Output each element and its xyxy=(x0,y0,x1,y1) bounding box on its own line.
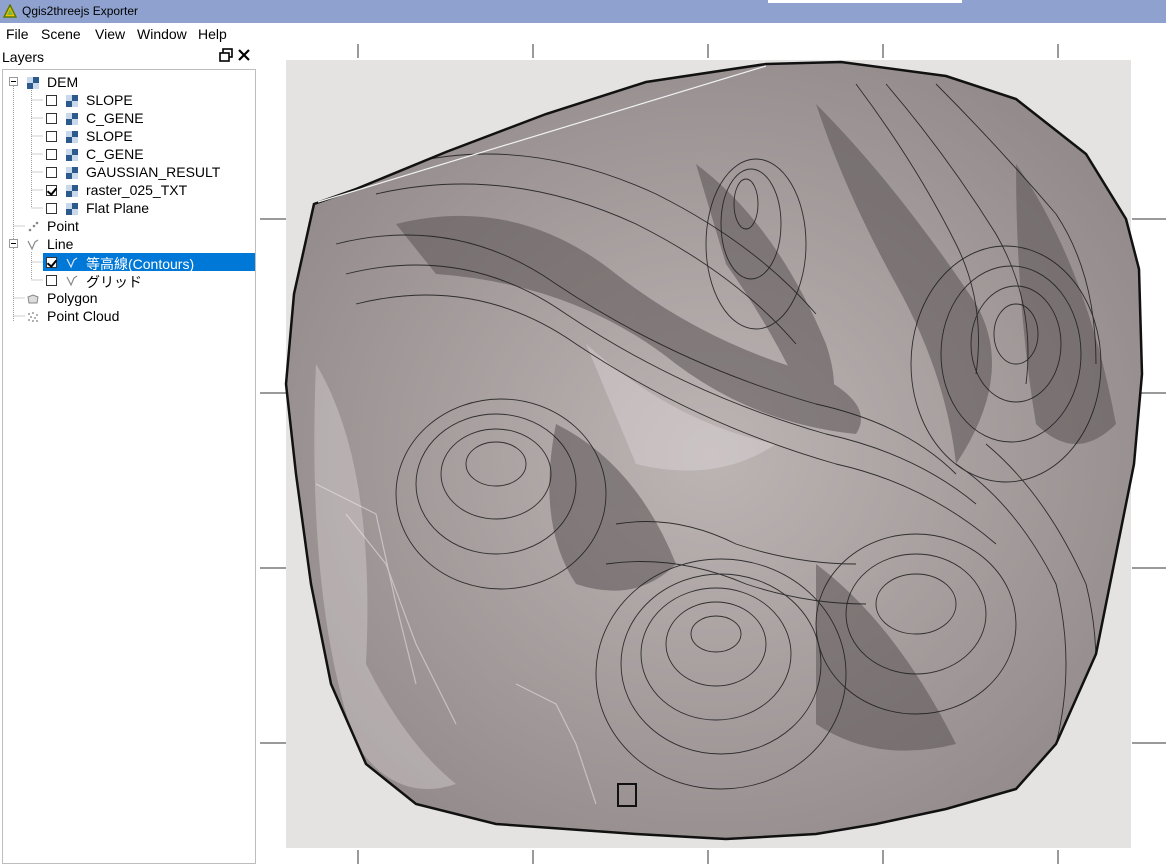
point-cloud-icon xyxy=(28,312,38,322)
line-layer-icon xyxy=(66,257,78,269)
menu-window[interactable]: Window xyxy=(137,26,187,42)
tree-group-dem[interactable]: DEM xyxy=(3,73,255,91)
menu-file[interactable]: File xyxy=(6,26,29,42)
layer-checkbox[interactable] xyxy=(46,203,57,214)
terrain-render xyxy=(260,44,1166,864)
collapse-toggle-icon[interactable] xyxy=(9,239,18,248)
layer-item[interactable]: raster_025_TXT xyxy=(3,181,255,199)
tree-group-label: Point xyxy=(47,218,79,234)
menu-view[interactable]: View xyxy=(95,26,125,42)
layer-checkbox[interactable] xyxy=(46,185,57,196)
layer-label: raster_025_TXT xyxy=(86,182,188,198)
menu-help[interactable]: Help xyxy=(198,26,227,42)
raster-layer-icon xyxy=(66,131,78,143)
line-layer-icon xyxy=(66,275,78,287)
layer-label: GAUSSIAN_RESULT xyxy=(86,164,221,180)
layer-label: C_GENE xyxy=(86,146,144,162)
layers-panel-header: Layers xyxy=(0,44,256,69)
layer-label: Flat Plane xyxy=(86,200,150,216)
float-panel-icon[interactable] xyxy=(218,47,234,63)
layer-checkbox[interactable] xyxy=(46,131,57,142)
layer-item-selected[interactable]: 等高線(Contours) xyxy=(3,253,255,272)
tree-group-point[interactable]: Point xyxy=(3,217,255,235)
layers-panel: Layers DEM SLOPE C_GENE SLOPE C_GENE GAU… xyxy=(0,44,256,864)
menu-scene[interactable]: Scene xyxy=(41,26,81,42)
tree-group-polygon[interactable]: Polygon xyxy=(3,289,255,307)
tree-group-label: Polygon xyxy=(47,290,98,306)
layer-item[interactable]: Flat Plane xyxy=(3,199,255,217)
layer-item[interactable]: SLOPE xyxy=(3,127,255,145)
layer-checkbox[interactable] xyxy=(46,95,57,106)
close-panel-icon[interactable] xyxy=(236,47,252,63)
layer-item[interactable]: GAUSSIAN_RESULT xyxy=(3,163,255,181)
layer-tree[interactable]: DEM SLOPE C_GENE SLOPE C_GENE GAUSSIAN_R… xyxy=(2,69,256,864)
tree-group-label: DEM xyxy=(47,74,79,90)
polygon-layer-icon xyxy=(27,294,39,304)
raster-layer-icon xyxy=(66,167,78,179)
layer-checkbox[interactable] xyxy=(46,257,57,268)
layer-item[interactable]: C_GENE xyxy=(3,145,255,163)
raster-layer-icon xyxy=(66,95,78,107)
layer-checkbox[interactable] xyxy=(46,167,57,178)
layer-checkbox[interactable] xyxy=(46,275,57,286)
layer-item[interactable]: C_GENE xyxy=(3,109,255,127)
tree-group-label: Point Cloud xyxy=(47,308,120,324)
layer-label: C_GENE xyxy=(86,110,144,126)
raster-layer-icon xyxy=(66,149,78,161)
tree-group-line[interactable]: Line xyxy=(3,235,255,253)
line-layer-icon xyxy=(27,239,39,251)
layer-item[interactable]: SLOPE xyxy=(3,91,255,109)
tree-group-point-cloud[interactable]: Point Cloud xyxy=(3,307,255,325)
raster-layer-icon xyxy=(66,203,78,215)
window-title: Qgis2threejs Exporter xyxy=(22,4,139,18)
layer-item[interactable]: グリッド xyxy=(3,271,255,290)
layer-checkbox[interactable] xyxy=(46,113,57,124)
collapse-toggle-icon[interactable] xyxy=(9,77,18,86)
dem-raster-icon xyxy=(27,77,39,89)
title-bar-strip xyxy=(768,0,962,3)
raster-layer-icon xyxy=(66,185,78,197)
tree-group-label: Line xyxy=(47,236,74,252)
title-bar: Qgis2threejs Exporter xyxy=(0,0,1166,23)
layer-checkbox[interactable] xyxy=(46,149,57,160)
raster-layer-icon xyxy=(66,113,78,125)
menu-bar: File Scene View Window Help xyxy=(0,23,1166,44)
layer-label: SLOPE xyxy=(86,128,133,144)
qgis2threejs-app-icon xyxy=(3,4,17,18)
point-layer-icon xyxy=(28,221,39,232)
3d-scene-viewport[interactable] xyxy=(256,44,1166,864)
layer-label: SLOPE xyxy=(86,92,133,108)
layers-panel-title: Layers xyxy=(2,49,45,65)
